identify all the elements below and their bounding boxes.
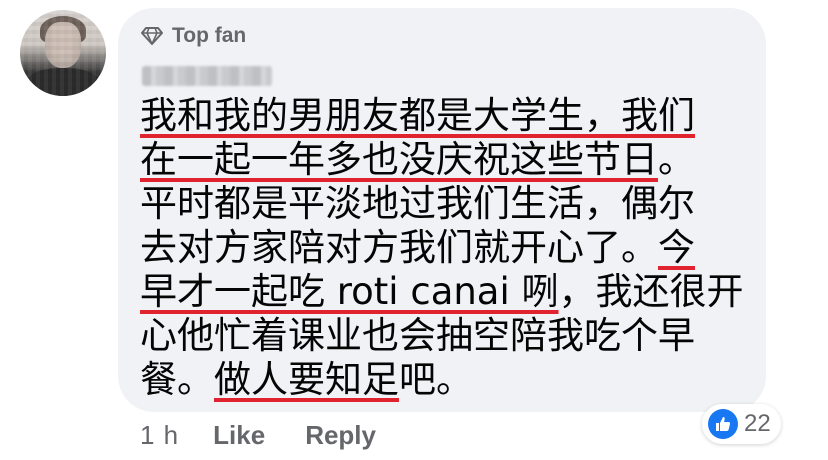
top-fan-badge[interactable]: Top fan [140,24,246,48]
comment-line-2: 在一起一年多也没庆祝这些节日。 [140,138,695,181]
reaction-count: 22 [744,410,771,437]
reaction-summary[interactable]: 22 [702,404,781,444]
comment-actions: 1 h Like Reply [140,420,416,451]
like-button[interactable]: Like [213,420,265,451]
reply-button[interactable]: Reply [305,420,376,451]
avatar[interactable] [20,10,106,96]
badge-label: Top fan [172,24,247,47]
like-icon [708,409,738,439]
comment-line-3: 平时都是平淡地过我们生活，偶尔 [140,182,695,225]
comment-line-7: 餐。做人要知足吧。 [140,358,473,401]
comment-line-4: 去对方家陪对方我们就开心了。今 [140,226,695,269]
diamond-icon [140,26,164,46]
comment-text: 我和我的男朋友都是大学生，我们 在一起一年多也没庆祝这些节日。 平时都是平淡地过… [140,94,756,402]
timestamp[interactable]: 1 h [140,420,179,451]
comment-bubble: Top fan 我和我的男朋友都是大学生，我们 在一起一年多也没庆祝这些节日。 … [118,8,766,412]
comment-line-5: 早才一起吃 roti canai 咧，我还很开 [140,270,744,313]
comment-line-6: 心他忙着课业也会抽空陪我吃个早 [140,314,695,357]
comment-line-1: 我和我的男朋友都是大学生，我们 [140,94,695,137]
avatar-blur-overlay [20,10,106,96]
author-name-blurred[interactable] [142,66,272,86]
